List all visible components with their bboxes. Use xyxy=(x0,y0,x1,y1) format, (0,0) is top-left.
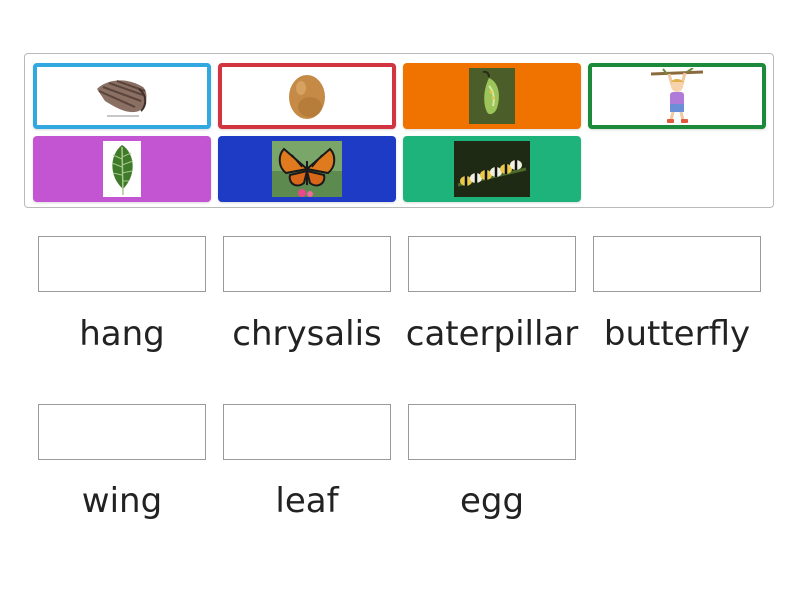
tile-chrysalis[interactable] xyxy=(403,63,581,129)
hanging-child-icon xyxy=(647,68,707,124)
butterfly-icon xyxy=(272,141,342,197)
leaf-icon xyxy=(103,141,141,197)
wing-icon xyxy=(87,71,157,121)
tile-wing[interactable] xyxy=(33,63,211,129)
drop-target-egg[interactable] xyxy=(408,404,576,460)
tile-hanging-child[interactable] xyxy=(588,63,766,129)
word-label-leaf: leaf xyxy=(275,481,339,521)
word-label-butterfly: butterfly xyxy=(603,314,751,354)
drop-target-wing[interactable] xyxy=(38,404,206,460)
drop-target-caterpillar[interactable] xyxy=(408,236,576,292)
tile-caterpillar[interactable] xyxy=(403,136,581,202)
chrysalis-icon xyxy=(469,68,515,124)
drop-target-chrysalis[interactable] xyxy=(223,236,391,292)
word-label-hang: hang xyxy=(79,314,165,354)
word-label-caterpillar: caterpillar xyxy=(405,314,579,354)
tile-egg[interactable] xyxy=(218,63,396,129)
drop-target-butterfly[interactable] xyxy=(593,236,761,292)
tile-butterfly[interactable] xyxy=(218,136,396,202)
caterpillar-icon xyxy=(454,141,530,197)
word-label-wing: wing xyxy=(81,481,163,521)
word-label-chrysalis: chrysalis xyxy=(232,314,382,354)
drop-target-hang[interactable] xyxy=(38,236,206,292)
drop-target-leaf[interactable] xyxy=(223,404,391,460)
egg-icon xyxy=(282,69,332,123)
answer-tile-tray xyxy=(24,53,774,208)
word-label-egg: egg xyxy=(459,481,525,521)
tile-leaf[interactable] xyxy=(33,136,211,202)
